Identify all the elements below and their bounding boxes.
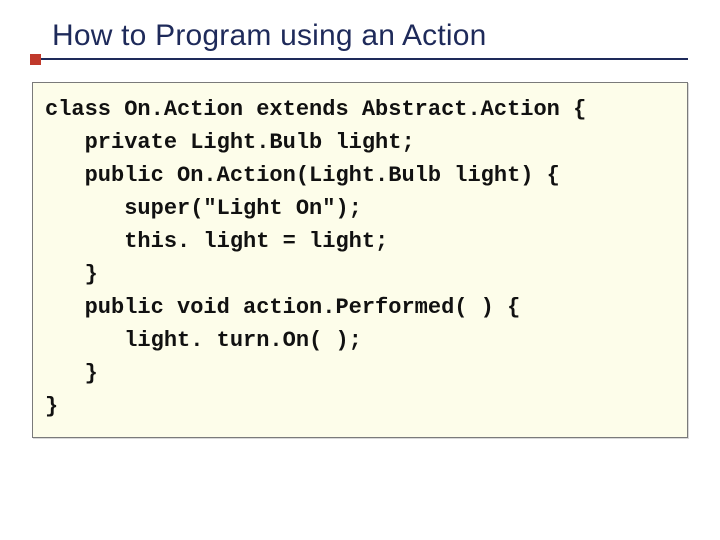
- code-line: }: [45, 390, 675, 423]
- code-box: class On.Action extends Abstract.Action …: [32, 82, 688, 438]
- code-line: super("Light On");: [45, 192, 675, 225]
- code-line: public void action.Performed( ) {: [45, 291, 675, 324]
- slide-title: How to Program using an Action: [52, 18, 688, 54]
- code-line: }: [45, 357, 675, 390]
- code-line: }: [45, 258, 675, 291]
- code-line: this. light = light;: [45, 225, 675, 258]
- title-block: How to Program using an Action: [32, 18, 688, 54]
- slide: How to Program using an Action class On.…: [0, 0, 720, 540]
- code-line: private Light.Bulb light;: [45, 126, 675, 159]
- code-line: class On.Action extends Abstract.Action …: [45, 93, 675, 126]
- code-line: light. turn.On( );: [45, 324, 675, 357]
- code-line: public On.Action(Light.Bulb light) {: [45, 159, 675, 192]
- title-underline: [32, 58, 688, 60]
- title-accent-square: [30, 54, 41, 65]
